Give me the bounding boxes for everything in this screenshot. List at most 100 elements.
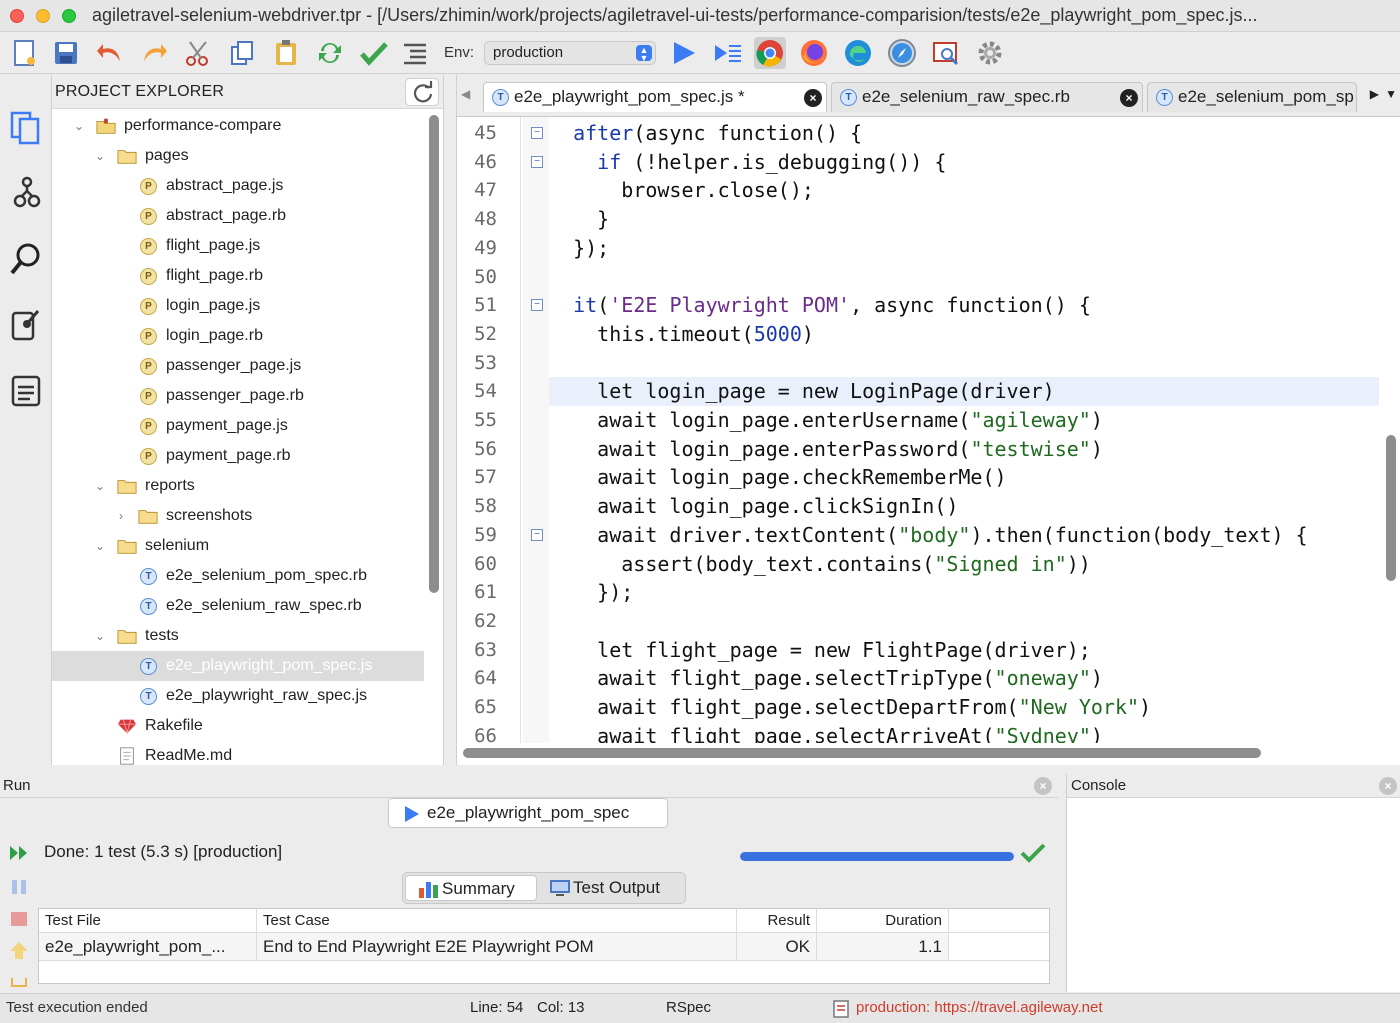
editor-horizontal-scrollbar[interactable] [463, 748, 1261, 758]
explorer-refresh-button[interactable] [405, 78, 439, 106]
zoom-window-button[interactable] [62, 9, 76, 23]
run-selected-icon[interactable] [712, 37, 744, 69]
code-line[interactable]: after(async function() { [549, 119, 1379, 148]
code-line[interactable]: assert(body_text.contains("Signed in")) [549, 550, 1379, 579]
tree-node[interactable]: › screenshots [52, 501, 424, 531]
editor-vertical-scrollbar[interactable] [1386, 435, 1396, 581]
inspect-icon[interactable] [930, 37, 962, 69]
code-line[interactable] [549, 349, 1379, 378]
search-icon[interactable] [8, 239, 44, 279]
tab-list-dropdown-icon[interactable]: ▼ [1385, 87, 1397, 101]
code-line[interactable]: await flight_page.selectArriveAt("Sydney… [549, 722, 1379, 743]
code-line[interactable]: browser.close(); [549, 176, 1379, 205]
fold-toggle-icon[interactable]: − [531, 528, 543, 541]
code-line[interactable] [549, 607, 1379, 636]
tab-scroll-right-icon[interactable]: ▶ [1370, 87, 1379, 101]
chrome-icon[interactable] [754, 37, 786, 69]
outline-icon[interactable] [400, 37, 432, 69]
code-line[interactable]: await driver.textContent("body").then(fu… [549, 521, 1379, 550]
tree-node[interactable]: Pabstract_page.rb [52, 201, 424, 231]
fold-toggle-icon[interactable]: − [531, 155, 543, 168]
tree-node[interactable]: Te2e_playwright_pom_spec.js [52, 651, 424, 681]
git-icon[interactable] [8, 173, 44, 213]
column-test-case[interactable]: Test Case [257, 909, 737, 933]
code-line[interactable]: if (!helper.is_debugging()) { [549, 148, 1379, 177]
code-line[interactable]: let flight_page = new FlightPage(driver)… [549, 636, 1379, 665]
test-recorder-icon[interactable] [8, 305, 44, 345]
pause-icon[interactable] [8, 876, 30, 898]
cell-duration[interactable]: 1.1 [817, 933, 949, 961]
tree-node[interactable]: Plogin_page.js [52, 291, 424, 321]
chevron-down-icon[interactable]: ⌄ [93, 141, 107, 171]
fold-toggle-icon[interactable]: − [531, 127, 543, 139]
tree-node[interactable]: Ppassenger_page.js [52, 351, 424, 381]
cell-test-file[interactable]: e2e_playwright_pom_... [39, 933, 257, 961]
arrow-bottom-icon[interactable] [8, 970, 30, 992]
code-line[interactable]: await login_page.enterPassword("testwise… [549, 435, 1379, 464]
new-file-icon[interactable] [8, 37, 40, 69]
column-result[interactable]: Result [737, 909, 817, 933]
tree-node[interactable]: Ppayment_page.js [52, 411, 424, 441]
code-line[interactable]: await login_page.checkRememberMe() [549, 463, 1379, 492]
tree-node[interactable]: Pflight_page.js [52, 231, 424, 261]
gear-icon[interactable] [974, 37, 1006, 69]
stop-icon[interactable] [8, 908, 30, 930]
cell-test-case[interactable]: End to End Playwright E2E Playwright POM [257, 933, 737, 961]
code-line-current[interactable]: let login_page = new LoginPage(driver) [549, 377, 1379, 406]
chevron-down-icon[interactable]: ⌄ [93, 471, 107, 501]
safari-icon[interactable] [886, 37, 918, 69]
edge-icon[interactable] [842, 37, 874, 69]
code-line[interactable]: }); [549, 578, 1379, 607]
column-test-file[interactable]: Test File [39, 909, 257, 933]
cut-icon[interactable] [182, 37, 214, 69]
env-select[interactable]: production ▲ ▼ [484, 41, 656, 65]
tree-node[interactable]: Te2e_selenium_raw_spec.rb [52, 591, 424, 621]
code-area[interactable]: after(async function() { if (!helper.is_… [549, 117, 1381, 743]
close-window-button[interactable] [10, 9, 24, 23]
chevron-down-icon[interactable]: ⌄ [93, 621, 107, 651]
tree-node[interactable]: Te2e_playwright_raw_spec.js [52, 681, 424, 711]
tree-node[interactable]: Pabstract_page.js [52, 171, 424, 201]
arrow-up-icon[interactable] [8, 940, 30, 962]
code-line[interactable]: await login_page.enterUsername("agileway… [549, 406, 1379, 435]
run-tab[interactable]: e2e_playwright_pom_spec [388, 798, 668, 828]
column-duration[interactable]: Duration [817, 909, 949, 933]
redo-icon[interactable] [138, 37, 170, 69]
tree-node[interactable]: ReadMe.md [52, 741, 424, 765]
tree-node[interactable]: Plogin_page.rb [52, 321, 424, 351]
check-syntax-icon[interactable] [358, 37, 390, 69]
tab-scroll-left-icon[interactable]: ◀ [461, 87, 470, 101]
code-line[interactable]: await login_page.clickSignIn() [549, 492, 1379, 521]
chevron-down-icon[interactable]: ⌄ [72, 111, 86, 141]
tree-node[interactable]: ⌄ reports [52, 471, 424, 501]
refresh-icon[interactable] [314, 37, 346, 69]
tree-node[interactable]: ⌄ tests [52, 621, 424, 651]
firefox-icon[interactable] [798, 37, 830, 69]
tree-node[interactable]: Rakefile [52, 711, 424, 741]
copy-icon[interactable] [226, 37, 258, 69]
chevron-down-icon[interactable]: ⌄ [93, 531, 107, 561]
tree-node[interactable]: Pflight_page.rb [52, 261, 424, 291]
chevron-right-icon[interactable]: › [114, 501, 128, 531]
tree-node[interactable]: ⌄ selenium [52, 531, 424, 561]
tree-node[interactable]: Ppayment_page.rb [52, 441, 424, 471]
explorer-scrollbar[interactable] [429, 115, 439, 593]
tab-e2e-selenium-raw-spec[interactable]: T e2e_selenium_raw_spec.rb × [831, 82, 1143, 112]
undo-icon[interactable] [94, 37, 126, 69]
run-icon[interactable] [668, 37, 700, 69]
paste-icon[interactable] [270, 37, 302, 69]
tab-test-output[interactable]: Test Output [541, 875, 683, 901]
close-tab-icon[interactable]: × [804, 89, 822, 107]
tab-summary[interactable]: Summary [405, 875, 537, 901]
tab-e2e-playwright-pom-spec[interactable]: T e2e_playwright_pom_spec.js * × [483, 82, 827, 112]
code-line[interactable]: await flight_page.selectTripType("oneway… [549, 664, 1379, 693]
cell-result[interactable]: OK [737, 933, 817, 961]
code-line[interactable]: }); [549, 234, 1379, 263]
tree-node[interactable]: ⌄ performance-compare [52, 111, 424, 141]
close-tab-icon[interactable]: × [1120, 89, 1138, 107]
close-run-panel-icon[interactable]: × [1034, 777, 1052, 795]
files-icon[interactable] [8, 107, 44, 147]
code-line[interactable] [549, 263, 1379, 292]
rerun-icon[interactable] [8, 842, 30, 864]
code-line[interactable]: await flight_page.selectDepartFrom("New … [549, 693, 1379, 722]
